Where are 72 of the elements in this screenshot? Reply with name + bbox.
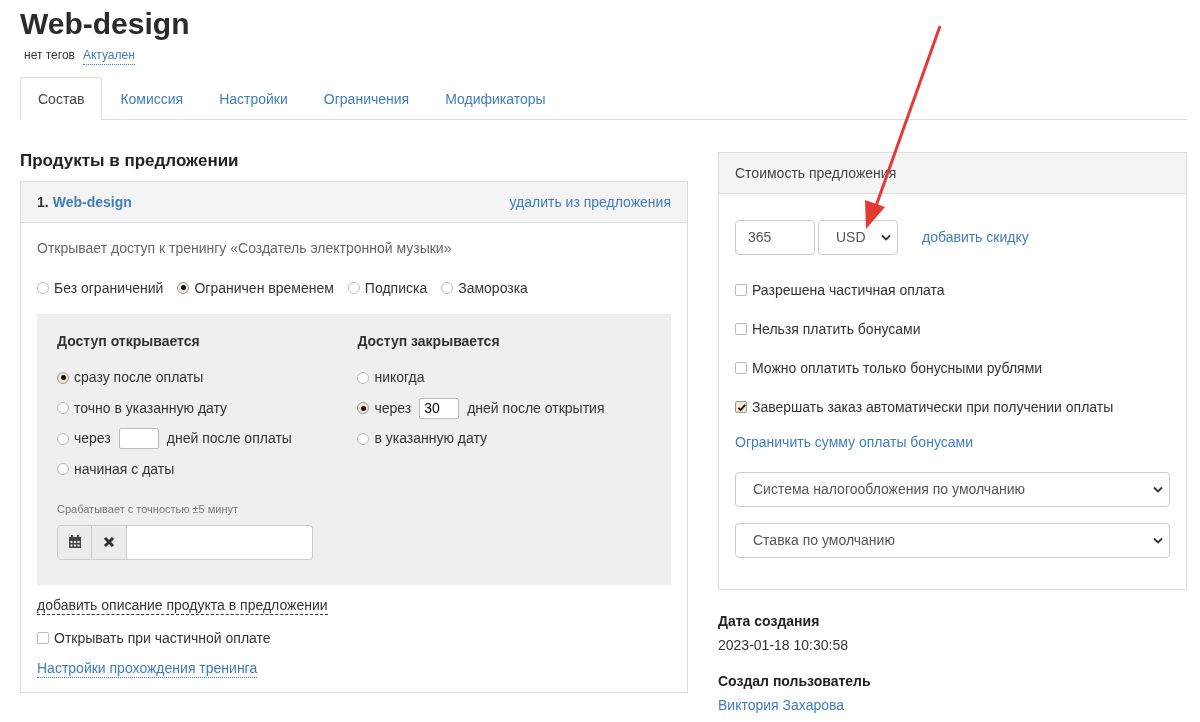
option-label: Подписка: [364, 278, 428, 298]
hint-text: Срабатывает с точностью ±5 минут: [57, 502, 240, 517]
clear-button[interactable]: [92, 524, 127, 560]
option-label: Можно оплатить только бонусными рублями: [752, 358, 1043, 378]
option-label: через: [74, 429, 111, 448]
option-label: Открывать при частичной оплате: [54, 629, 271, 648]
tags-label: нет тегов: [24, 48, 75, 64]
add-description-link[interactable]: добавить описание продукта в предложении: [37, 597, 328, 616]
checkbox[interactable]: [735, 322, 747, 335]
status-link[interactable]: Актуален: [82, 48, 135, 65]
close-icon: [103, 536, 116, 549]
tab[interactable]: Состав: [20, 76, 103, 120]
tab[interactable]: Ограничения: [305, 76, 428, 119]
user-link[interactable]: Виктория Захарова: [718, 696, 1187, 715]
radio-button[interactable]: [357, 371, 370, 384]
option-label: дней после оплаты: [166, 429, 292, 448]
date-input[interactable]: [127, 524, 313, 560]
radio-button[interactable]: [57, 402, 69, 414]
option-label: никогда: [374, 368, 425, 387]
limit-bonus-link[interactable]: Ограничить сумму оплаты бонусами: [735, 433, 973, 452]
product-description: Открывает доступ к тренингу «Создатель электронной музыки»: [37, 238, 453, 257]
product-link[interactable]: Web-design: [52, 192, 132, 211]
tab[interactable]: Комиссия: [102, 76, 202, 119]
radio-button[interactable]: [57, 463, 69, 475]
chevron-down-icon: [1153, 485, 1163, 493]
days-input[interactable]: [118, 428, 159, 449]
option-label: дней после открытия: [467, 398, 605, 418]
option-label: начиная с даты: [74, 459, 175, 479]
amount-input[interactable]: 365: [735, 219, 815, 255]
days-input[interactable]: 30: [419, 397, 460, 419]
radio-button[interactable]: [57, 432, 69, 445]
tab[interactable]: Модификаторы: [427, 76, 564, 119]
date-value: 2023-01-18 10:30:58: [718, 635, 849, 654]
option-label: Завершать заказ автоматически при получении оплаты: [752, 398, 1114, 417]
radio-button[interactable]: [357, 432, 370, 445]
product-number: 1.: [37, 192, 49, 211]
radio-button[interactable]: [347, 281, 360, 294]
field-label: Создал пользователь: [718, 671, 872, 691]
radio-button[interactable]: [441, 281, 454, 294]
radio-button[interactable]: [57, 371, 69, 384]
group-heading: Доступ закрывается: [357, 332, 501, 351]
calendar-button[interactable]: [57, 524, 93, 560]
calendar-icon: [67, 535, 82, 550]
checkbox[interactable]: [37, 632, 49, 645]
option-label: сразу после оплаты: [74, 368, 204, 387]
option-label: Нельзя платить бонусами: [752, 319, 921, 338]
checkbox[interactable]: [735, 401, 747, 414]
radio-button[interactable]: [177, 281, 190, 294]
option-label: Без ограничений: [54, 278, 164, 298]
training-settings-link[interactable]: Настройки прохождения тренинга: [37, 660, 258, 679]
chevron-down-icon: [1153, 536, 1163, 544]
option-label: Разрешена частичная оплата: [752, 280, 945, 299]
option-label: Заморозка: [458, 278, 528, 298]
option-label: через: [374, 398, 412, 418]
checkbox[interactable]: [735, 362, 747, 375]
radio-button[interactable]: [37, 281, 49, 294]
option-label: точно в указанную дату: [74, 398, 228, 418]
option-label: в указанную дату: [374, 429, 488, 448]
chevron-down-icon: [881, 233, 891, 241]
section-heading: Продукты в предложении: [20, 149, 240, 172]
group-heading: Доступ открывается: [57, 332, 201, 351]
remove-link[interactable]: удалить из предложения: [509, 192, 671, 211]
add-discount-link[interactable]: добавить скидку: [922, 228, 1029, 247]
field-label: Дата создания: [718, 611, 821, 630]
tab[interactable]: Настройки: [201, 76, 306, 119]
checkbox[interactable]: [735, 283, 747, 296]
radio-button[interactable]: [357, 402, 370, 414]
currency-select[interactable]: USD: [818, 219, 898, 255]
page-title: Web-design: [20, 6, 191, 42]
tax-rate-select[interactable]: Ставка по умолчанию: [735, 522, 1170, 558]
option-label: Ограничен временем: [194, 278, 334, 298]
tax-system-select[interactable]: Система налогообложения по умолчанию: [735, 471, 1170, 507]
